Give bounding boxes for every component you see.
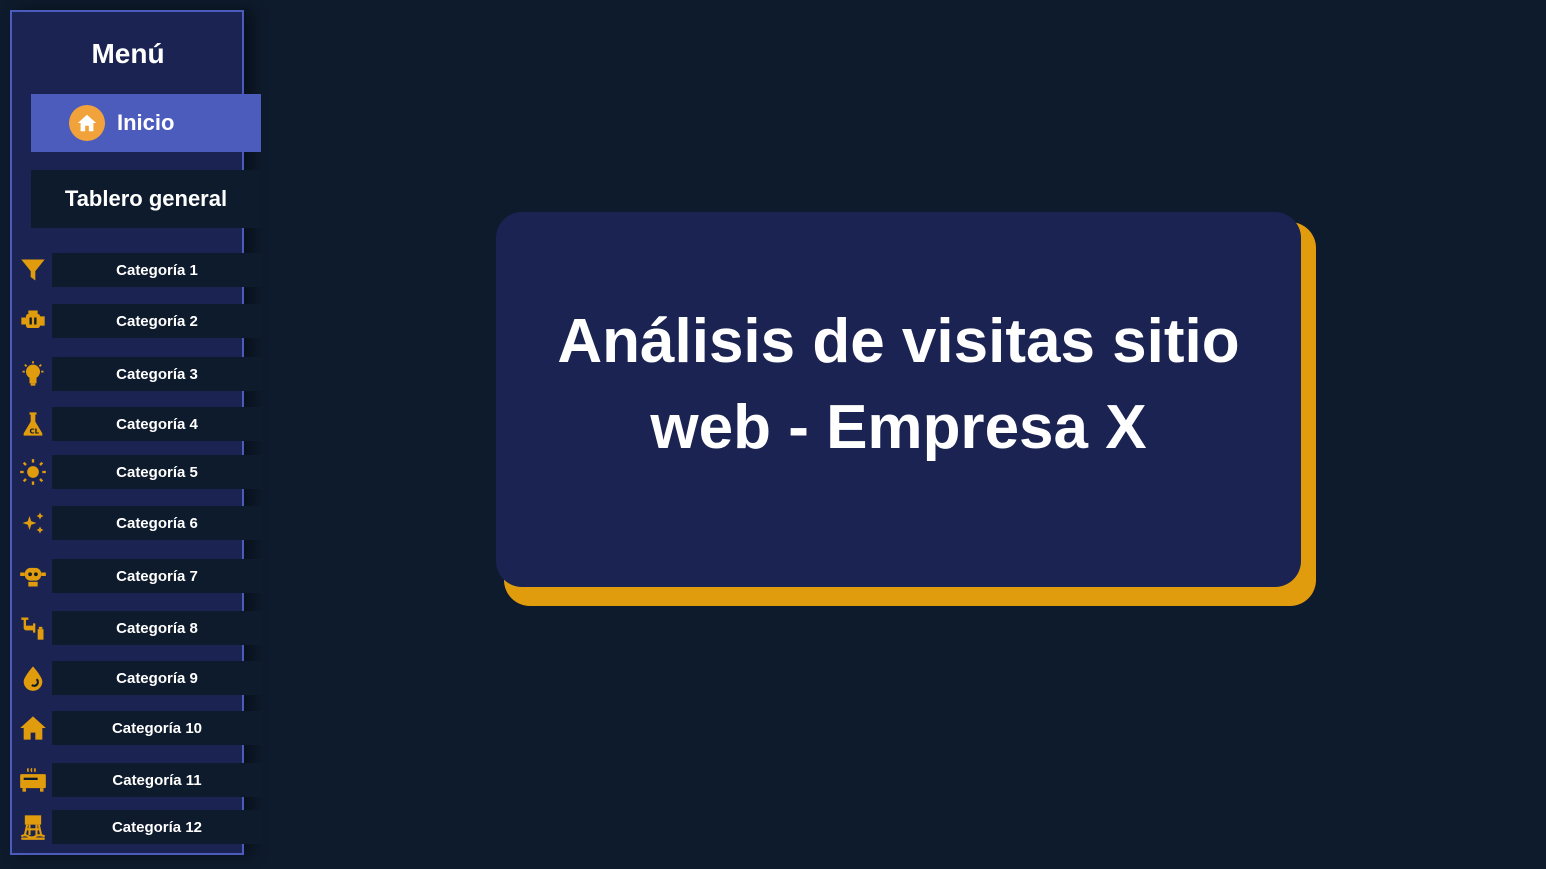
page-title: Análisis de visitas sitio web - Empresa … xyxy=(557,306,1240,462)
category-11-button[interactable]: Categoría 11 xyxy=(52,763,262,797)
robot-icon xyxy=(18,561,48,591)
category-row-11: Categoría 11 xyxy=(0,763,262,797)
home-button[interactable]: Inicio xyxy=(31,94,261,152)
category-8-button[interactable]: Categoría 8 xyxy=(52,611,262,645)
category-1-button[interactable]: Categoría 1 xyxy=(52,253,262,287)
drop-icon xyxy=(18,663,48,693)
category-row-1: Categoría 1 xyxy=(0,253,262,287)
category-row-8: Categoría 8 xyxy=(0,611,262,645)
category-12-button[interactable]: Categoría 12 xyxy=(52,810,262,844)
category-2-button[interactable]: Categoría 2 xyxy=(52,304,262,338)
home-button-label: Inicio xyxy=(117,110,175,135)
lightbulb-icon xyxy=(18,359,48,389)
category-7-button[interactable]: Categoría 7 xyxy=(52,559,262,593)
category-row-12: Categoría 12 xyxy=(0,810,262,844)
heater-icon xyxy=(18,765,48,795)
category-10-button[interactable]: Categoría 10 xyxy=(52,711,262,745)
svg-text:CL: CL xyxy=(30,427,40,435)
category-9-button[interactable]: Categoría 9 xyxy=(52,661,262,695)
home-icon xyxy=(69,105,105,141)
sparkles-icon xyxy=(18,508,48,538)
filter-icon xyxy=(18,255,48,285)
category-row-10: Categoría 10 xyxy=(0,711,262,745)
sun-icon xyxy=(18,457,48,487)
category-row-4: CL Categoría 4 xyxy=(0,407,262,441)
category-6-button[interactable]: Categoría 6 xyxy=(52,506,262,540)
category-4-button[interactable]: Categoría 4 xyxy=(52,407,262,441)
title-card: Análisis de visitas sitio web - Empresa … xyxy=(496,212,1301,587)
pipe-icon xyxy=(18,613,48,643)
menu-title: Menú xyxy=(91,38,165,69)
category-row-2: Categoría 2 xyxy=(0,304,262,338)
overview-dashboard-button[interactable]: Tablero general xyxy=(31,170,261,228)
category-3-button[interactable]: Categoría 3 xyxy=(52,357,262,391)
category-row-5: Categoría 5 xyxy=(0,455,262,489)
house-icon xyxy=(18,713,48,743)
water-tower-icon xyxy=(18,812,48,842)
category-row-7: Categoría 7 xyxy=(0,559,262,593)
category-row-3: Categoría 3 xyxy=(0,357,262,391)
flask-icon: CL xyxy=(18,409,48,439)
category-row-6: Categoría 6 xyxy=(0,506,262,540)
category-5-button[interactable]: Categoría 5 xyxy=(52,455,262,489)
category-row-9: Categoría 9 xyxy=(0,661,262,695)
engine-icon xyxy=(18,306,48,336)
